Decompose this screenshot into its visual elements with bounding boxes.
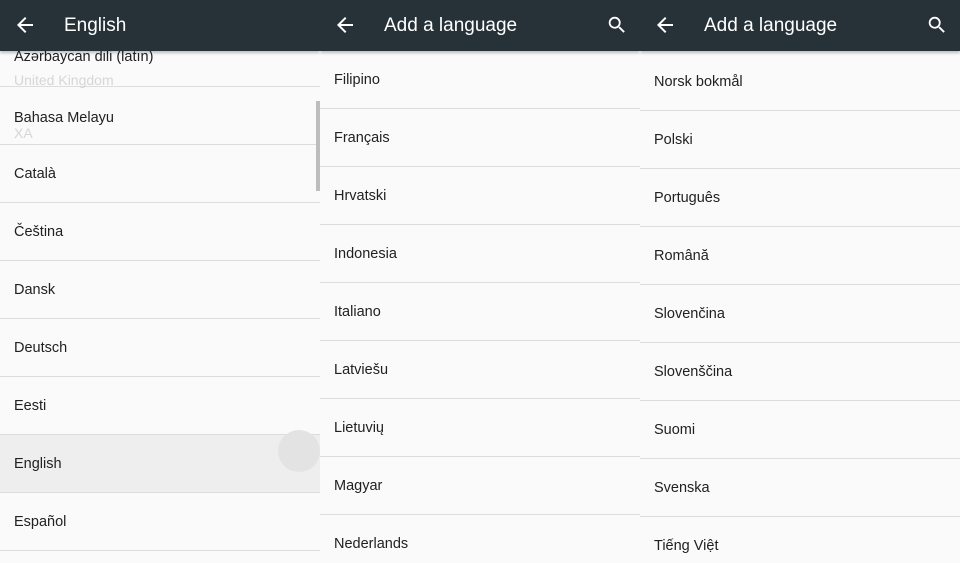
list-item[interactable]: Dansk: [0, 261, 320, 319]
page-title: English: [64, 15, 127, 36]
page-title: Add a language: [384, 15, 518, 36]
list-item[interactable]: Slovenščina: [640, 343, 960, 401]
arrow-back-icon[interactable]: [13, 13, 37, 37]
app-bar: Add a language: [320, 0, 640, 51]
list-item-label: Filipino: [334, 72, 380, 88]
list-item-label: Dansk: [14, 282, 56, 298]
list-item-label: Hrvatski: [334, 188, 387, 204]
list-item[interactable]: Eesti: [0, 377, 320, 435]
list-item[interactable]: Slovenčina: [640, 285, 960, 343]
list-item[interactable]: Deutsch: [0, 319, 320, 377]
list-item[interactable]: Filipino: [320, 51, 640, 109]
list-item-label: Bahasa Melayu: [14, 110, 114, 126]
app-bar: Add a language: [640, 0, 960, 51]
list-item[interactable]: Čeština: [0, 203, 320, 261]
list-item-label: Slovenčina: [654, 306, 725, 322]
list-item-label: Norsk bokmål: [654, 74, 743, 90]
list-item-label: Eesti: [14, 398, 47, 414]
list-item-label: Svenska: [654, 480, 710, 496]
list-item[interactable]: Català: [0, 145, 320, 203]
list-item-label: Latviešu: [334, 362, 389, 378]
list-item-label: Português: [654, 190, 721, 206]
list-item-label: Română: [654, 248, 709, 264]
language-list: Filipino Français Hrvatski Indonesia Ita…: [320, 51, 640, 563]
list-item-label: Tiếng Việt: [654, 538, 719, 554]
list-item-label: Nederlands: [334, 536, 409, 552]
list-item[interactable]: Português: [640, 169, 960, 227]
list-item[interactable]: Lietuvių: [320, 399, 640, 457]
list-item-selected[interactable]: English: [0, 435, 320, 493]
search-icon[interactable]: [606, 14, 628, 36]
list-item[interactable]: Indonesia: [320, 225, 640, 283]
list-item-label: Čeština: [14, 224, 64, 240]
list-item-label: Català: [14, 166, 56, 182]
list-item-label: Magyar: [334, 478, 383, 494]
app-bar: English: [0, 0, 320, 51]
list-item[interactable]: Hrvatski: [320, 167, 640, 225]
arrow-back-icon[interactable]: [653, 13, 677, 37]
list-item[interactable]: Polski: [640, 111, 960, 169]
list-item-label: English: [14, 456, 62, 472]
list-item[interactable]: Română: [640, 227, 960, 285]
list-item[interactable]: Tiếng Việt: [640, 517, 960, 563]
language-list-panel: English United Kingdom Azərbaycan dili (…: [0, 0, 320, 563]
list-item[interactable]: XA Bahasa Melayu: [0, 87, 320, 145]
arrow-back-icon[interactable]: [333, 13, 357, 37]
add-language-panel: Add a language Filipino Français Hrvatsk…: [320, 0, 640, 563]
add-language-panel: Add a language Norsk bokmål Polski Portu…: [640, 0, 960, 563]
list-item[interactable]: Nederlands: [320, 515, 640, 563]
list-item[interactable]: Magyar: [320, 457, 640, 515]
scrollbar[interactable]: [316, 101, 320, 191]
language-list: Norsk bokmål Polski Português Română Slo…: [640, 53, 960, 563]
list-item-subtitle: United Kingdom: [14, 72, 114, 88]
language-list: United Kingdom Azərbaycan dili (latın) X…: [0, 40, 320, 551]
list-item[interactable]: Svenska: [640, 459, 960, 517]
list-item-subtitle: XA: [14, 125, 33, 141]
list-item-label: Slovenščina: [654, 364, 733, 380]
list-item[interactable]: Italiano: [320, 283, 640, 341]
list-item-label: Deutsch: [14, 340, 68, 356]
list-item-label: Suomi: [654, 422, 696, 438]
list-item[interactable]: Norsk bokmål: [640, 53, 960, 111]
list-item[interactable]: Español: [0, 493, 320, 551]
list-item[interactable]: Français: [320, 109, 640, 167]
list-item[interactable]: Latviešu: [320, 341, 640, 399]
list-item-label: Indonesia: [334, 246, 397, 262]
search-icon[interactable]: [926, 14, 948, 36]
list-item-label: Italiano: [334, 304, 381, 320]
list-item-label: Español: [14, 514, 67, 530]
list-item-label: Polski: [654, 132, 693, 148]
touch-ripple: [278, 430, 320, 472]
list-item-label: Français: [334, 130, 390, 146]
list-item-label: Lietuvių: [334, 420, 384, 436]
page-title: Add a language: [704, 15, 838, 36]
list-item[interactable]: Suomi: [640, 401, 960, 459]
